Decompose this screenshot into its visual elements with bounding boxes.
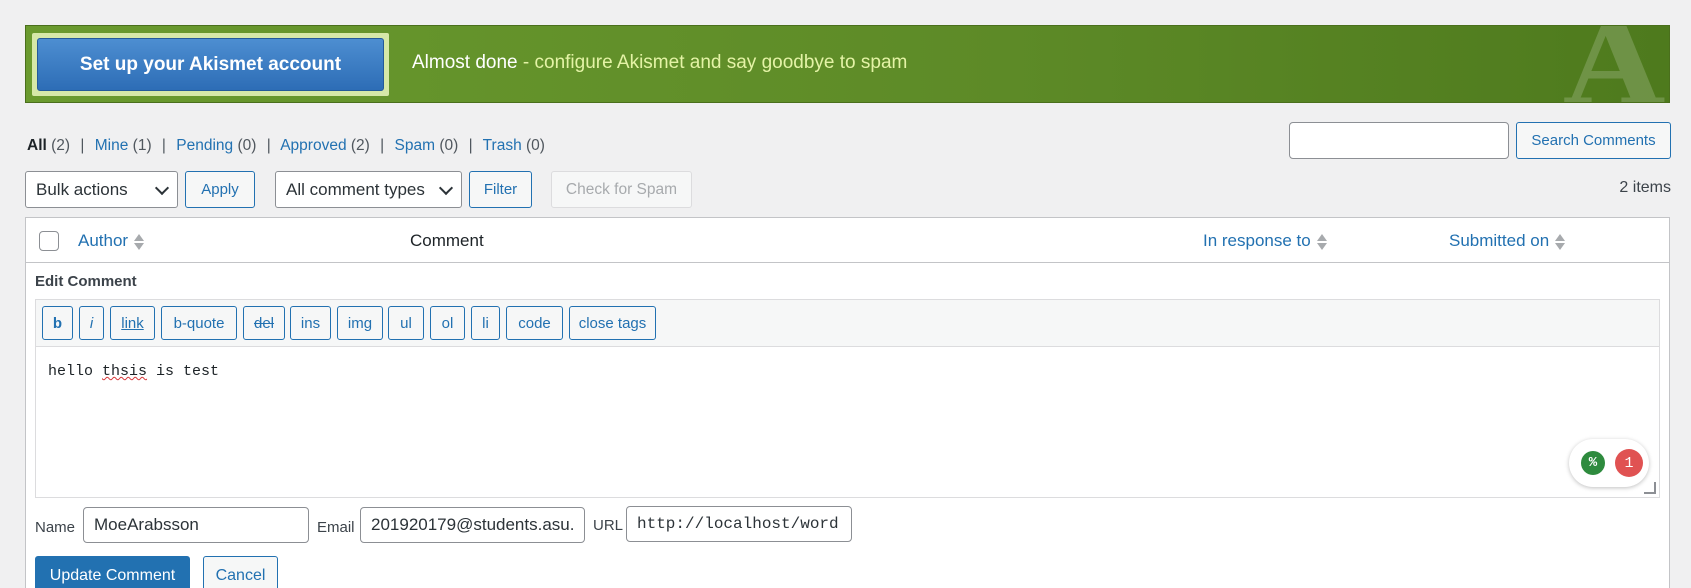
resize-handle-icon[interactable] (1644, 482, 1656, 494)
separator: | (380, 137, 385, 154)
quicktag-li[interactable]: li (471, 306, 500, 340)
quicktag-del[interactable]: del (243, 306, 285, 340)
update-comment-button[interactable]: Update Comment (35, 556, 190, 588)
email-label: Email (317, 519, 355, 536)
quicktag-ul[interactable]: ul (388, 306, 424, 340)
quicktags-toolbar: b i link b-quote del ins img ul ol li co… (35, 299, 1660, 346)
akismet-banner: Set up your Akismet account Almost done … (25, 25, 1670, 103)
quicktag-close-tags[interactable]: close tags (569, 306, 656, 340)
grammar-icon: % (1581, 451, 1605, 475)
check-for-spam-button[interactable]: Check for Spam (551, 171, 692, 208)
quicktag-bquote[interactable]: b-quote (161, 306, 237, 340)
filter-pending[interactable]: Pending (176, 137, 233, 154)
separator: | (161, 137, 166, 154)
banner-lead: Almost done (412, 52, 518, 73)
quicktag-b[interactable]: b (42, 306, 73, 340)
sort-icon (1316, 233, 1327, 251)
url-field[interactable]: http://localhost/word (626, 506, 852, 542)
filter-spam[interactable]: Spam (395, 137, 436, 154)
akismet-logo: A (1565, 25, 1663, 103)
select-all-checkbox[interactable] (39, 231, 59, 251)
bulk-actions-select[interactable]: Bulk actions (25, 171, 178, 208)
comment-content-textarea[interactable]: hello thsis is test % 1 (35, 346, 1660, 498)
filter-trash-count: (0) (526, 137, 545, 154)
separator: | (80, 137, 85, 154)
grammar-checker-widget[interactable]: % 1 (1569, 439, 1649, 487)
filter-mine-count: (1) (132, 137, 152, 154)
search-comments-button[interactable]: Search Comments (1516, 122, 1671, 159)
setup-akismet-button[interactable]: Set up your Akismet account (37, 38, 384, 91)
filter-pending-count: (0) (237, 137, 257, 154)
apply-button[interactable]: Apply (185, 171, 255, 208)
quicktag-ins[interactable]: ins (290, 306, 331, 340)
chevron-down-icon (438, 180, 454, 196)
filter-button[interactable]: Filter (469, 171, 532, 208)
items-count: 2 items (1619, 179, 1671, 196)
comments-table: Author Comment In response to Submitted … (25, 217, 1670, 588)
cancel-button[interactable]: Cancel (203, 556, 278, 588)
column-author[interactable]: Author (78, 231, 145, 251)
name-label: Name (35, 519, 76, 536)
sort-icon (1555, 233, 1566, 251)
akismet-button-wrap: Set up your Akismet account (32, 33, 389, 96)
separator: | (266, 137, 271, 154)
name-field[interactable]: MoeArabsson (83, 507, 309, 543)
edit-comment-title: Edit Comment (35, 273, 137, 290)
filter-approved-count: (2) (350, 137, 370, 154)
email-field[interactable]: 201920179@students.asu. (360, 507, 585, 543)
sort-icon (134, 233, 145, 251)
quicktag-code[interactable]: code (506, 306, 563, 340)
search-comments-input[interactable] (1289, 122, 1509, 159)
filter-spam-count: (0) (439, 137, 459, 154)
akismet-banner-text: Almost done - configure Akismet and say … (412, 52, 907, 74)
comment-status-filters: All (2) | Mine (1) | Pending (0) | Appro… (27, 137, 545, 155)
column-submitted-on[interactable]: Submitted on (1449, 231, 1566, 251)
table-header: Author Comment In response to Submitted … (26, 218, 1669, 263)
quicktag-ol[interactable]: ol (430, 306, 465, 340)
filter-all[interactable]: All (27, 137, 47, 154)
column-in-response-to[interactable]: In response to (1203, 231, 1327, 251)
filter-all-count: (2) (51, 137, 71, 154)
url-label: URL (593, 517, 624, 534)
separator: | (468, 137, 473, 154)
comment-types-value: All comment types (286, 179, 425, 199)
bulk-actions-value: Bulk actions (36, 179, 128, 199)
banner-rest: - configure Akismet and say goodbye to s… (517, 52, 908, 73)
comment-types-select[interactable]: All comment types (275, 171, 462, 208)
grammar-issue-badge: 1 (1615, 449, 1643, 477)
column-comment: Comment (410, 231, 484, 250)
quicktag-i[interactable]: i (79, 306, 104, 340)
misspelled-word: thsis (102, 363, 148, 380)
chevron-down-icon (154, 180, 170, 196)
quicktag-link[interactable]: link (110, 306, 155, 340)
quicktag-img[interactable]: img (337, 306, 383, 340)
filter-approved[interactable]: Approved (280, 137, 346, 154)
filter-mine[interactable]: Mine (95, 137, 129, 154)
filter-trash[interactable]: Trash (483, 137, 522, 154)
